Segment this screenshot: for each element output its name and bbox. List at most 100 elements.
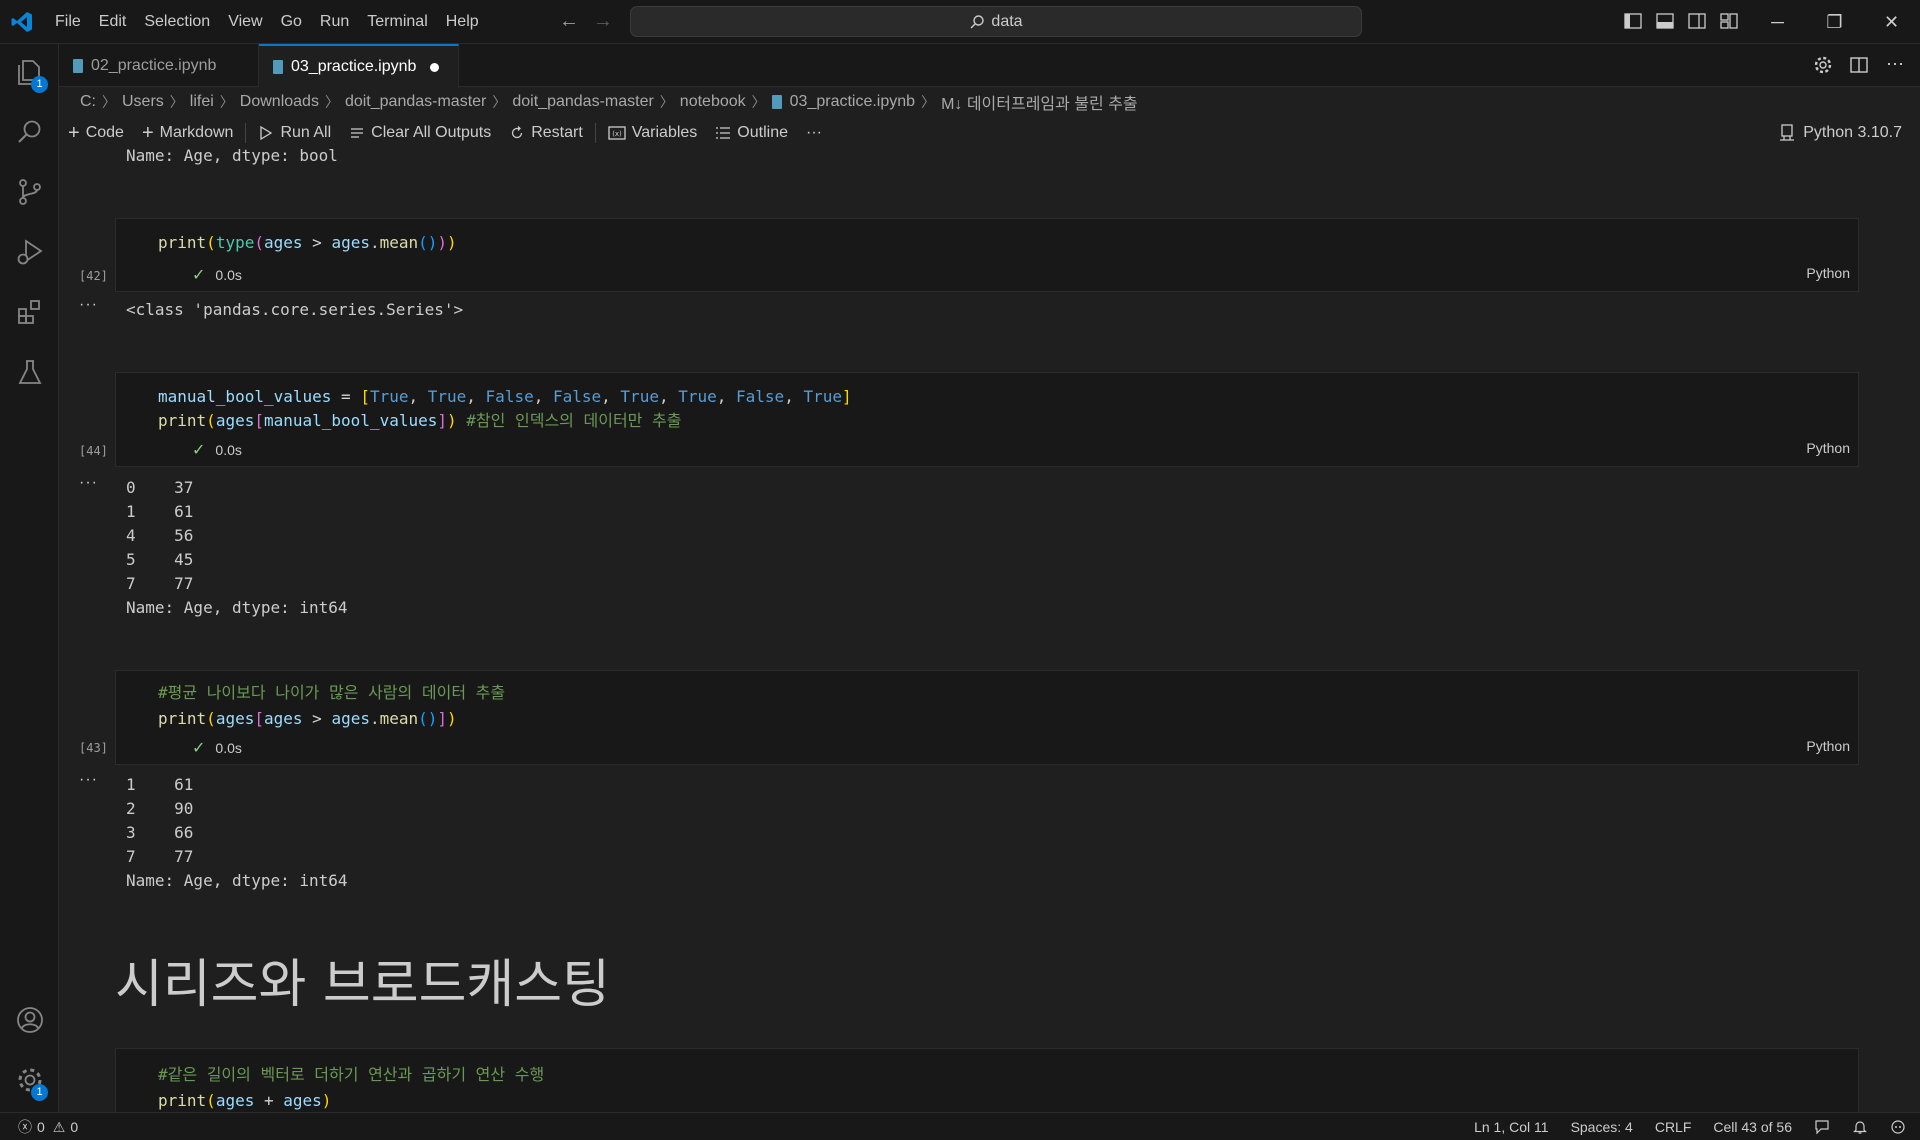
error-icon: ⓧ (18, 1119, 32, 1135)
cell-output-text: 7 77 (126, 847, 194, 866)
run-and-debug-icon[interactable] (14, 236, 46, 268)
kernel-picker[interactable]: Python 3.10.7 (1779, 118, 1902, 148)
code-line[interactable]: #평균 나이보다 나이가 많은 사람의 데이터 추출 (158, 681, 505, 705)
breadcrumb-item[interactable]: 03_practice.ipynb (790, 93, 915, 111)
code-comment: #같은 길이의 벡터로 더하기 연산과 곱하기 연산 수행 (158, 1065, 545, 1084)
code-line[interactable]: manual_bool_values = [True, True, False,… (158, 385, 852, 409)
output-more-icon[interactable]: ··· (79, 296, 98, 314)
extensions-icon[interactable] (14, 296, 46, 328)
success-check-icon: ✓ (192, 740, 206, 757)
success-check-icon: ✓ (192, 442, 206, 459)
code-cell[interactable]: #같은 길이의 벡터로 더하기 연산과 곱하기 연산 수행 print(ages… (115, 1048, 1859, 1112)
breadcrumb-item[interactable]: notebook (680, 93, 746, 111)
menu-terminal[interactable]: Terminal (358, 0, 436, 44)
execution-time: 0.0s (215, 740, 242, 756)
button-label: Restart (531, 124, 583, 141)
toggle-panel-icon[interactable] (1654, 10, 1676, 32)
search-icon[interactable] (14, 116, 46, 148)
layout-controls (1622, 10, 1740, 32)
menu-run[interactable]: Run (311, 0, 358, 44)
copilot-icon[interactable] (1890, 1119, 1906, 1135)
output-more-icon[interactable]: ··· (79, 771, 98, 789)
menu-help[interactable]: Help (437, 0, 488, 44)
split-editor-icon[interactable] (1848, 54, 1870, 76)
more-toolbar-actions-button[interactable]: ··· (797, 118, 831, 148)
breadcrumb-item[interactable]: lifei (190, 93, 214, 111)
variables-button[interactable]: (x) Variables (599, 118, 707, 148)
breadcrumb-item-markdown[interactable]: M↓ 데이터프레임과 불린 추출 (941, 90, 1138, 114)
warning-count: 0 (70, 1119, 79, 1135)
breadcrumb-item[interactable]: doit_pandas-master (345, 93, 486, 111)
customize-layout-icon[interactable] (1718, 10, 1740, 32)
run-all-button[interactable]: Run All (249, 118, 340, 148)
menu-bar: File Edit Selection View Go Run Terminal… (46, 0, 488, 44)
chevron-right-icon: 〉 (751, 94, 766, 110)
execution-time: 0.0s (215, 267, 242, 283)
code-line[interactable]: #같은 길이의 벡터로 더하기 연산과 곱하기 연산 수행 (158, 1063, 544, 1087)
menu-selection[interactable]: Selection (135, 0, 219, 44)
breadcrumb-item[interactable]: C: (80, 93, 96, 111)
output-more-icon[interactable]: ··· (79, 474, 98, 492)
cell-output-text: 3 66 (126, 823, 194, 842)
chevron-right-icon: 〉 (102, 94, 116, 110)
tab-02-practice[interactable]: 02_practice.ipynb (59, 44, 259, 87)
notebook-file-icon (73, 58, 83, 73)
testing-flask-icon[interactable] (14, 356, 46, 388)
search-icon (970, 14, 985, 28)
code-cell[interactable]: #평균 나이보다 나이가 많은 사람의 데이터 추출 print(ages[ag… (115, 670, 1859, 765)
tab-03-practice[interactable]: 03_practice.ipynb (259, 44, 459, 88)
menu-go[interactable]: Go (272, 0, 311, 44)
menu-edit[interactable]: Edit (90, 0, 136, 44)
code-line[interactable]: print(ages + ages) (158, 1089, 331, 1112)
problems-indicator[interactable]: ⓧ 0 ⚠ 0 (18, 1113, 78, 1140)
code-line[interactable]: print(ages[manual_bool_values]) #참인 인덱스의… (158, 409, 681, 433)
notifications-bell-icon[interactable] (1852, 1119, 1868, 1135)
line-ending[interactable]: CRLF (1655, 1119, 1692, 1135)
breadcrumb-item[interactable]: Users (122, 93, 164, 111)
cell-language[interactable]: Python (1806, 265, 1850, 281)
toggle-primary-sidebar-icon[interactable] (1622, 10, 1644, 32)
code-cell[interactable]: manual_bool_values = [True, True, False,… (115, 372, 1859, 467)
cell-output-text: 2 90 (126, 799, 194, 818)
chevron-right-icon: 〉 (659, 94, 674, 110)
tab-label: 02_practice.ipynb (91, 56, 217, 74)
clear-all-outputs-button[interactable]: Clear All Outputs (340, 118, 500, 148)
cell-language[interactable]: Python (1806, 738, 1850, 754)
code-line[interactable]: print(type(ages > ages.mean())) (158, 231, 457, 255)
source-control-icon[interactable] (14, 176, 46, 208)
close-icon[interactable]: ✕ (1863, 0, 1920, 44)
execution-count: [44] (79, 444, 108, 458)
add-code-cell-button[interactable]: + Code (59, 118, 133, 148)
cell-language[interactable]: Python (1806, 440, 1850, 456)
code-cell[interactable]: print(type(ages > ages.mean())) ✓ 0.0s P… (115, 218, 1859, 292)
svg-text:(x): (x) (612, 130, 622, 138)
notebook-settings-gear-icon[interactable] (1812, 54, 1834, 76)
restart-button[interactable]: Restart (500, 118, 592, 148)
toggle-secondary-sidebar-icon[interactable] (1686, 10, 1708, 32)
accounts-icon[interactable] (14, 1004, 46, 1036)
menu-view[interactable]: View (219, 0, 271, 44)
breadcrumb-item[interactable]: doit_pandas-master (512, 93, 653, 111)
outline-button[interactable]: Outline (706, 118, 797, 148)
cell-output-text: 1 61 (126, 502, 194, 521)
cell-output-text: 0 37 (126, 478, 194, 497)
menu-file[interactable]: File (46, 0, 90, 44)
notebook-toolbar: + Code + Markdown Run All Clear All Outp… (59, 118, 1920, 148)
more-actions-icon[interactable]: ⋯ (1884, 54, 1906, 76)
restore-icon[interactable]: ❐ (1806, 0, 1863, 44)
cursor-position[interactable]: Ln 1, Col 11 (1474, 1119, 1548, 1135)
add-markdown-cell-button[interactable]: + Markdown (133, 118, 243, 148)
feedback-icon[interactable] (1814, 1119, 1830, 1135)
breadcrumb-item[interactable]: Downloads (240, 93, 319, 111)
unsaved-dot-icon[interactable] (430, 62, 440, 72)
code-line[interactable]: print(ages[ages > ages.mean()]) (158, 707, 457, 731)
indentation[interactable]: Spaces: 4 (1571, 1119, 1633, 1135)
markdown-heading[interactable]: 시리즈와 브로드캐스팅 (115, 942, 610, 1017)
button-label: Variables (631, 124, 698, 141)
button-label: Markdown (159, 124, 234, 141)
command-center[interactable]: data (630, 6, 1362, 37)
back-arrow-icon[interactable]: ← (558, 10, 580, 33)
forward-arrow-icon[interactable]: → (592, 10, 614, 33)
minimize-icon[interactable]: ─ (1749, 0, 1806, 44)
cell-indicator[interactable]: Cell 43 of 56 (1713, 1119, 1792, 1135)
